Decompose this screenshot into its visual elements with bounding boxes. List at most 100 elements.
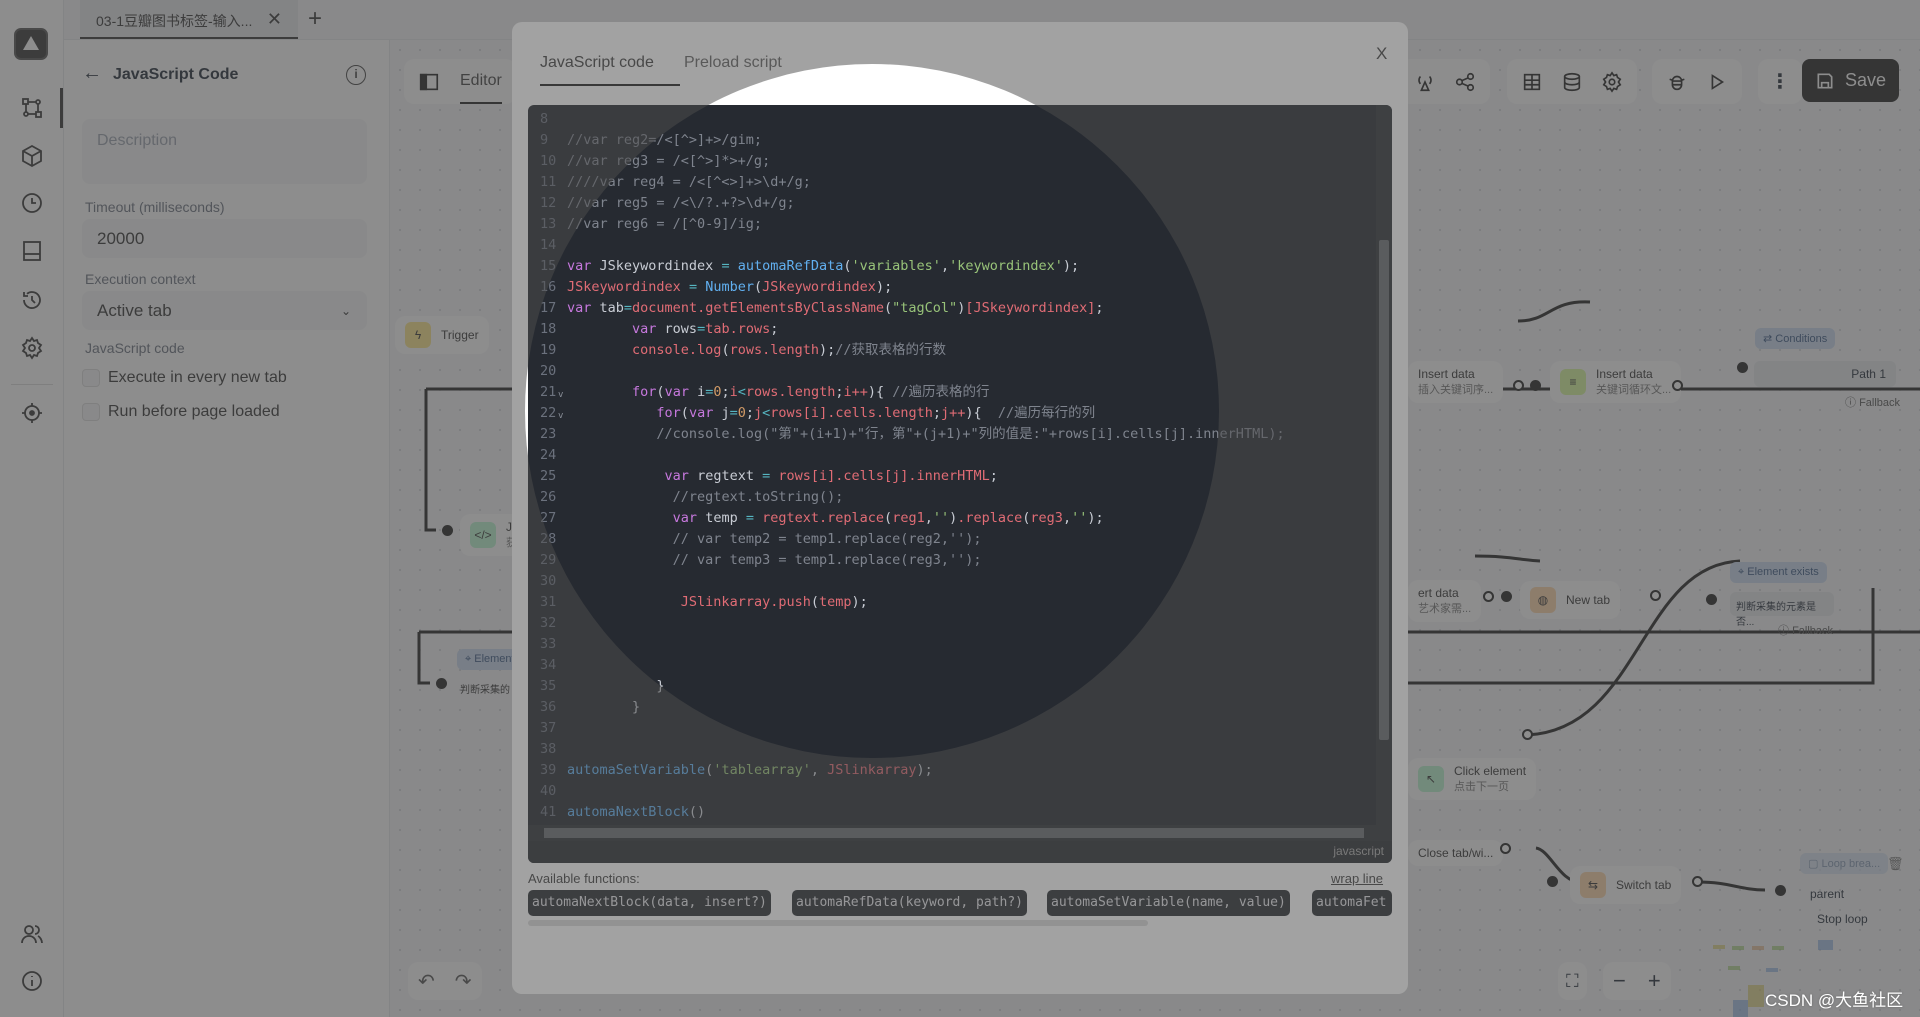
code-editor[interactable]: 8 9 //var reg2=/<[^>]+>/gim; 10 //var reg3 =…	[528, 105, 1392, 863]
code-editor-modal: JavaScript code Preload script X 8 9 //var…	[512, 22, 1408, 994]
fold-chevron-icon[interactable]: v	[558, 406, 563, 424]
code-token: //var reg6 = /[^0-9]/ig;	[567, 216, 763, 232]
code-token: var	[567, 300, 592, 316]
code-line[interactable]: 17 var tab=document.getElementsByClassNam…	[528, 298, 1373, 319]
code-lines[interactable]: 8 9 //var reg2=/<[^>]+>/gim; 10 //var reg3 =…	[528, 109, 1373, 823]
code-line[interactable]: 15 var JSkeywordindex = automaRefData('va…	[528, 256, 1373, 277]
line-number: 18	[540, 321, 557, 337]
line-number: 38	[540, 741, 557, 757]
function-chip[interactable]: automaFet	[1312, 890, 1392, 916]
code-line[interactable]: 26 //regtext.toString();	[528, 487, 1373, 508]
code-token: );	[1087, 510, 1104, 526]
functions-scrollbar[interactable]	[528, 920, 1148, 926]
code-token: document.getElementsByClassName	[632, 300, 885, 316]
code-line[interactable]: 33	[528, 634, 1373, 655]
code-line[interactable]: 24	[528, 445, 1373, 466]
code-token: (	[843, 258, 852, 274]
code-token: temp	[818, 594, 852, 610]
code-token: }	[567, 699, 641, 715]
code-line[interactable]: 16 JSkeywordindex = Number(JSkeywordindex…	[528, 277, 1373, 298]
line-number: 31	[540, 594, 557, 610]
line-number: 11	[540, 174, 557, 190]
line-number: 14	[540, 237, 557, 253]
code-token: =	[688, 279, 698, 295]
code-line[interactable]: 28 // var temp2 = temp1.replace(reg2,'')…	[528, 529, 1373, 550]
code-token: console.log	[632, 342, 722, 358]
code-token: //var reg5 = /<\/?.+?>\d+/g;	[567, 195, 795, 211]
line-number: 13	[540, 216, 557, 232]
code-line[interactable]: 30	[528, 571, 1373, 592]
code-line[interactable]: 13 //var reg6 = /[^0-9]/ig;	[528, 214, 1373, 235]
code-token: regtext	[688, 468, 763, 484]
code-token: Number	[705, 279, 754, 295]
code-token: i	[729, 384, 738, 400]
code-line[interactable]: 9 //var reg2=/<[^>]+>/gim;	[528, 130, 1373, 151]
line-number: 15	[540, 258, 557, 274]
code-line[interactable]: 19 console.log(rows.length);//获取表格的行数	[528, 340, 1373, 361]
code-token: ;	[989, 468, 998, 484]
code-token: 0	[713, 384, 722, 400]
code-token: //console.log("第"+(i+1)+"行，第"+(j+1)+"列的值…	[656, 426, 1285, 442]
code-token: //regtext.toString();	[672, 489, 844, 505]
line-number: 23	[540, 426, 557, 442]
code-line[interactable]: 41 automaNextBlock()	[528, 802, 1373, 823]
line-number: 39	[540, 762, 557, 778]
code-line[interactable]: 37	[528, 718, 1373, 739]
vertical-scroll-thumb[interactable]	[1379, 240, 1389, 740]
code-line[interactable]: 14	[528, 235, 1373, 256]
code-line[interactable]: 12 //var reg5 = /<\/?.+?>\d+/g;	[528, 193, 1373, 214]
code-token: =	[623, 300, 633, 316]
code-line[interactable]: 36 }	[528, 697, 1373, 718]
code-token: (	[884, 300, 893, 316]
code-token: 'variables'	[851, 258, 941, 274]
tab-javascript-code[interactable]: JavaScript code	[540, 54, 680, 86]
code-line[interactable]: 31 JSlinkarray.push(temp);	[528, 592, 1373, 613]
code-token: 0	[737, 405, 746, 421]
code-token: j	[713, 405, 730, 421]
tab-preload-script[interactable]: Preload script	[684, 54, 782, 72]
function-chip[interactable]: automaNextBlock(data, insert?)	[528, 890, 771, 916]
code-line[interactable]: 18 var rows=tab.rows;	[528, 319, 1373, 340]
code-line[interactable]: 23 //console.log("第"+(i+1)+"行，第"+(j+1)+"…	[528, 424, 1373, 445]
code-line[interactable]: 38	[528, 739, 1373, 760]
function-chip[interactable]: automaSetVariable(name, value)	[1047, 890, 1290, 916]
code-token: );	[818, 342, 836, 358]
code-token: =	[721, 258, 730, 274]
line-number: 19	[540, 342, 557, 358]
fold-chevron-icon[interactable]: v	[558, 385, 563, 403]
line-number: 40	[540, 783, 557, 799]
code-line[interactable]: 25 var regtext = rows[i].cells[j].innerH…	[528, 466, 1373, 487]
line-number: 25	[540, 468, 557, 484]
code-line[interactable]: 29 // var temp3 = temp1.replace(reg3,'')…	[528, 550, 1373, 571]
close-icon[interactable]: X	[1376, 44, 1387, 64]
code-token: automaSetVariable	[567, 762, 706, 778]
code-line[interactable]: 10 //var reg3 = /<[^>]*>+/g;	[528, 151, 1373, 172]
code-line[interactable]: 40	[528, 781, 1373, 802]
wrap-line-link[interactable]: wrap line	[1331, 871, 1383, 886]
code-line[interactable]: 35 }	[528, 676, 1373, 697]
code-token: j++	[941, 405, 966, 421]
code-token: j	[754, 405, 763, 421]
code-token: =	[762, 468, 771, 484]
code-line[interactable]: 20	[528, 361, 1373, 382]
code-token: ,	[1062, 510, 1072, 526]
horizontal-scroll-thumb[interactable]	[544, 828, 1364, 838]
code-token: );	[851, 594, 868, 610]
code-token: //遍历每行的列	[997, 405, 1096, 421]
code-token: var	[632, 321, 657, 337]
code-token: rows.length	[729, 342, 819, 358]
code-line[interactable]: 34	[528, 655, 1373, 676]
code-line[interactable]: 27 var temp = regtext.replace(reg1,'').r…	[528, 508, 1373, 529]
function-chip[interactable]: automaRefData(keyword, path?)	[792, 890, 1027, 916]
code-line[interactable]: 32	[528, 613, 1373, 634]
code-line[interactable]: 39 automaSetVariable('tablearray', JSlink…	[528, 760, 1373, 781]
code-line[interactable]: 22 v for(var j=0;j<rows[i].cells.length;j…	[528, 403, 1373, 424]
code-line[interactable]: 21 v for(var i=0;i<rows.length;i++){ //遍历…	[528, 382, 1373, 403]
code-line[interactable]: 8	[528, 109, 1373, 130]
line-number: 8	[540, 111, 549, 127]
code-line[interactable]: 11 ////var reg4 = /<[^<>]+>\d+/g;	[528, 172, 1373, 193]
